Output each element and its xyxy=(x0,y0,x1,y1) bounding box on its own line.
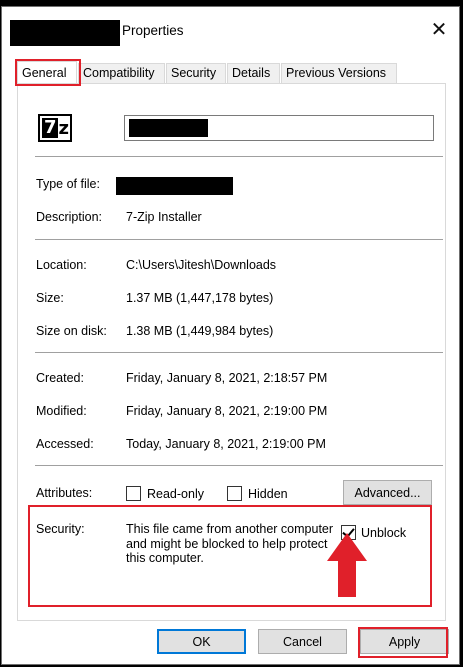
type-label: Type of file: xyxy=(36,177,100,191)
filename-input[interactable] xyxy=(124,115,434,141)
tab-previous-versions-label: Previous Versions xyxy=(286,66,387,80)
tab-compatibility-label: Compatibility xyxy=(83,66,155,80)
close-button[interactable]: ✕ xyxy=(419,7,459,51)
divider xyxy=(35,465,443,466)
tab-strip: General Compatibility Security Details P… xyxy=(2,61,459,85)
apply-button[interactable]: Apply xyxy=(360,629,449,654)
redacted-filename-value xyxy=(129,119,208,137)
ok-button[interactable]: OK xyxy=(157,629,246,654)
security-message: This file came from another computer and… xyxy=(126,522,334,565)
up-arrow-annotation xyxy=(327,533,367,597)
7z-icon-z: z xyxy=(58,117,70,139)
hidden-label: Hidden xyxy=(248,487,288,501)
size-on-disk-label: Size on disk: xyxy=(36,324,107,338)
modified-value: Friday, January 8, 2021, 2:19:00 PM xyxy=(126,404,328,418)
security-label: Security: xyxy=(36,522,85,536)
size-on-disk-value: 1.38 MB (1,449,984 bytes) xyxy=(126,324,274,338)
attributes-label: Attributes: xyxy=(36,486,93,500)
modified-label: Modified: xyxy=(36,404,87,418)
redacted-filename xyxy=(10,20,120,46)
accessed-label: Accessed: xyxy=(36,437,94,451)
general-panel: 7z Type of file: Description: 7-Zip Inst… xyxy=(17,83,446,621)
close-icon: ✕ xyxy=(430,18,448,41)
divider xyxy=(35,239,443,240)
title-bar: Properties ✕ xyxy=(2,7,459,51)
apply-button-label: Apply xyxy=(388,634,421,649)
divider xyxy=(35,156,443,157)
tab-security[interactable]: Security xyxy=(166,63,226,83)
tab-general[interactable]: General xyxy=(17,61,77,84)
advanced-button-label: Advanced... xyxy=(354,485,421,500)
created-value: Friday, January 8, 2021, 2:18:57 PM xyxy=(126,371,328,385)
location-label: Location: xyxy=(36,258,87,272)
redacted-type-value xyxy=(116,177,233,195)
readonly-checkbox[interactable] xyxy=(126,486,141,501)
ok-button-label: OK xyxy=(192,634,211,649)
tab-compatibility[interactable]: Compatibility xyxy=(78,63,165,83)
divider xyxy=(35,352,443,353)
advanced-button[interactable]: Advanced... xyxy=(343,480,432,505)
readonly-label: Read-only xyxy=(147,487,204,501)
unblock-label: Unblock xyxy=(361,526,407,540)
properties-dialog: Properties ✕ General Compatibility Secur… xyxy=(1,6,460,665)
tab-general-label: General xyxy=(22,66,67,80)
7z-archive-icon: 7z xyxy=(38,114,72,142)
size-value: 1.37 MB (1,447,178 bytes) xyxy=(126,291,274,305)
created-label: Created: xyxy=(36,371,84,385)
tab-details-label: Details xyxy=(232,66,271,80)
window-title: Properties xyxy=(122,23,184,38)
cancel-button[interactable]: Cancel xyxy=(258,629,347,654)
tab-security-label: Security xyxy=(171,66,217,80)
hidden-checkbox[interactable] xyxy=(227,486,242,501)
location-value: C:\Users\Jitesh\Downloads xyxy=(126,258,277,272)
description-value: 7-Zip Installer xyxy=(126,210,202,224)
tab-previous-versions[interactable]: Previous Versions xyxy=(281,63,397,83)
tab-details[interactable]: Details xyxy=(227,63,280,83)
cancel-button-label: Cancel xyxy=(283,634,322,649)
7z-icon-seven: 7 xyxy=(41,117,58,138)
description-label: Description: xyxy=(36,210,102,224)
accessed-value: Today, January 8, 2021, 2:19:00 PM xyxy=(126,437,326,451)
size-label: Size: xyxy=(36,291,64,305)
